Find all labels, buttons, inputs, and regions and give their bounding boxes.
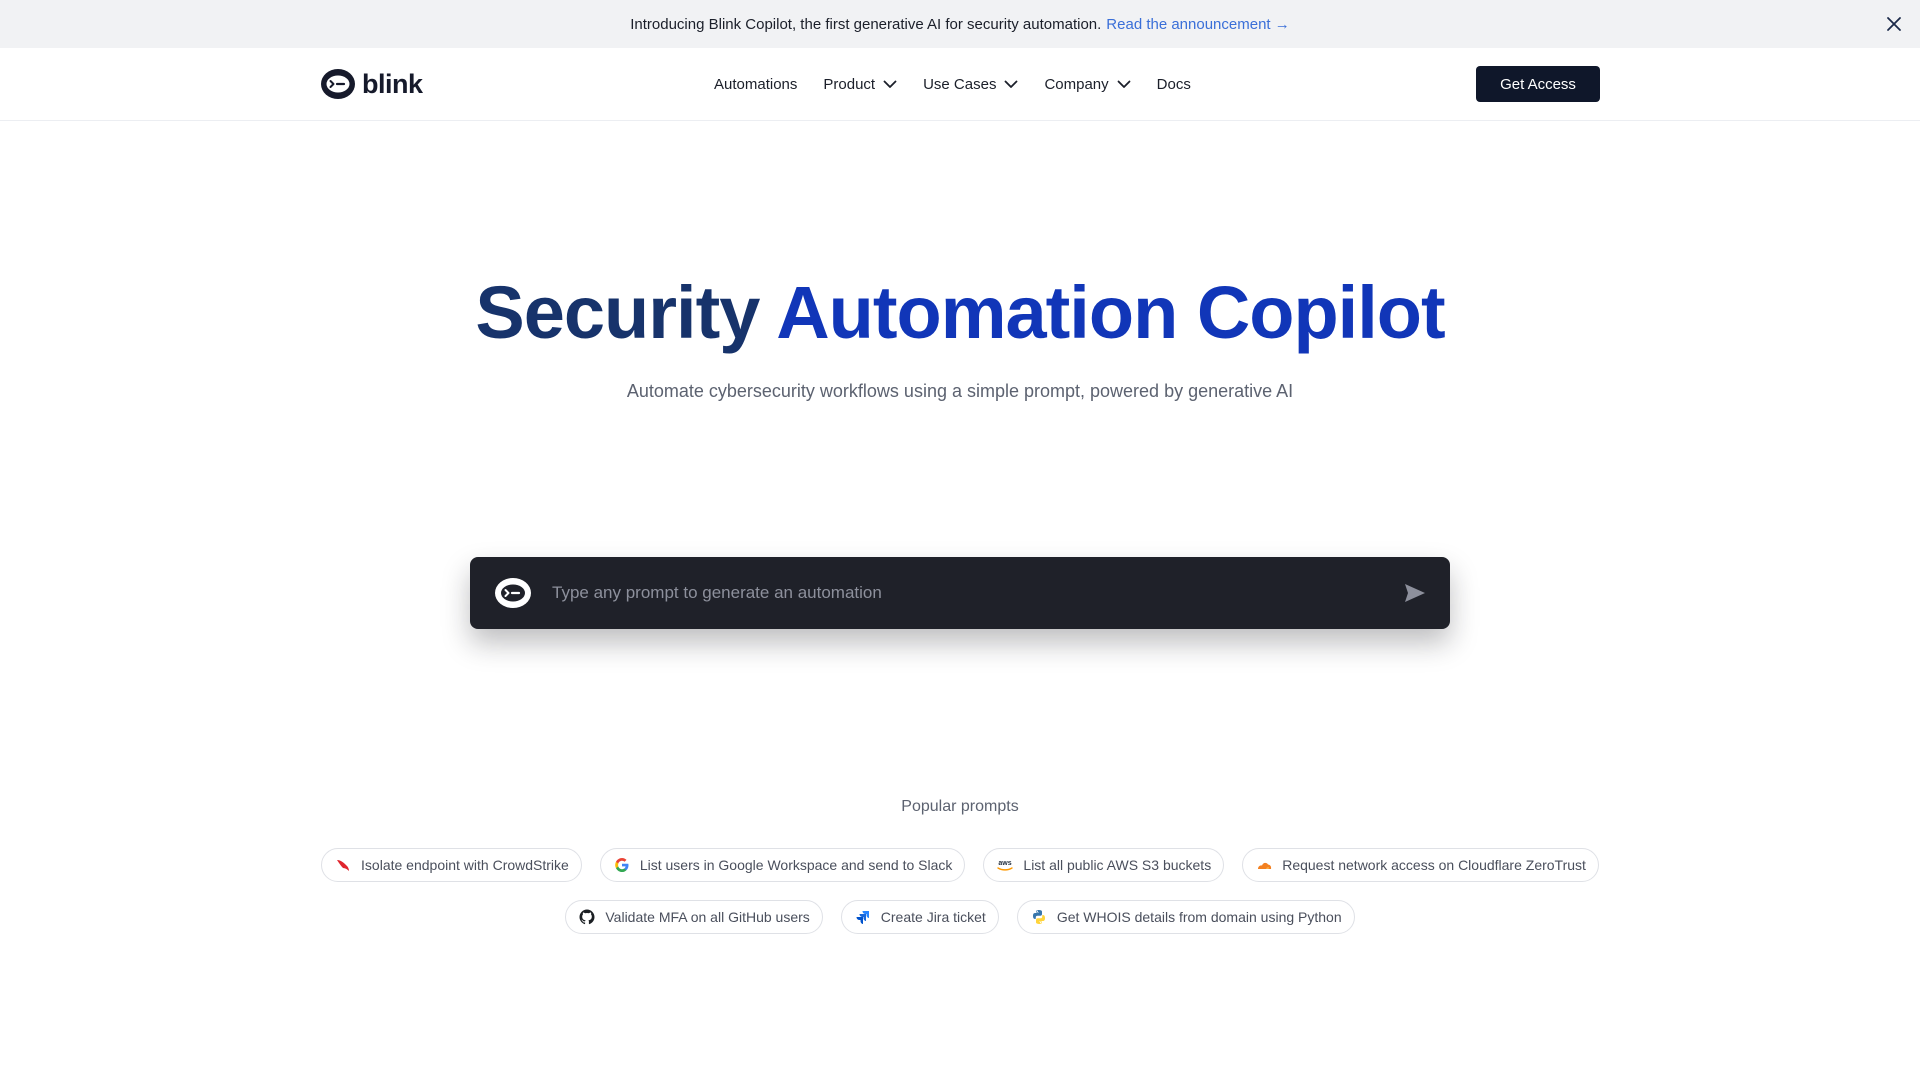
popular-prompts-row: Isolate endpoint with CrowdStrike List u… <box>0 848 1920 882</box>
blink-logo-icon <box>321 69 355 99</box>
send-button[interactable] <box>1400 578 1430 608</box>
popular-prompts-row: Validate MFA on all GitHub users Create … <box>0 900 1920 934</box>
nav-item-label: Product <box>823 75 876 93</box>
nav-item-company[interactable]: Company <box>1044 75 1131 93</box>
popular-prompts-label: Popular prompts <box>901 798 1019 815</box>
prompt-chip-label: Get WHOIS details from domain using Pyth… <box>1056 909 1342 925</box>
prompt-box <box>470 557 1450 629</box>
prompt-chip-label: Request network access on Cloudflare Zer… <box>1282 857 1586 873</box>
jira-icon <box>854 908 872 926</box>
google-icon <box>613 856 631 874</box>
brand-name: blink <box>362 68 423 99</box>
hero-title-part2: Automation Copilot <box>776 271 1445 354</box>
nav-item-product[interactable]: Product <box>823 76 897 93</box>
crowdstrike-icon <box>334 856 352 874</box>
brand-logo[interactable]: blink <box>320 68 423 100</box>
prompt-chip-jira[interactable]: Create Jira ticket <box>840 900 999 934</box>
announcement-bar: Introducing Blink Copilot, the first gen… <box>0 0 1920 48</box>
hero-subtitle: Automate cybersecurity workflows using a… <box>626 381 1294 401</box>
prompt-chip-cloudflare[interactable]: Request network access on Cloudflare Zer… <box>1242 848 1599 882</box>
copilot-bot-icon <box>494 574 532 612</box>
nav-item-automations[interactable]: Automations <box>714 76 797 93</box>
nav-menu: Automations Product Use Cases Company Do… <box>714 48 1217 120</box>
chevron-down-icon <box>1117 80 1131 89</box>
close-announcement-button[interactable] <box>1882 12 1906 36</box>
aws-icon: aws <box>996 856 1014 874</box>
announcement-link[interactable]: Read the announcement → <box>1106 16 1289 33</box>
cloudflare-icon <box>1255 856 1273 874</box>
prompt-input[interactable] <box>552 573 1400 613</box>
announcement-text: Introducing Blink Copilot, the first gen… <box>630 15 1102 33</box>
send-icon <box>1405 584 1425 602</box>
nav-item-docs[interactable]: Docs <box>1157 76 1191 93</box>
python-icon <box>1030 908 1048 926</box>
main-nav: blink Automations Product Use Cases Comp… <box>0 48 1920 121</box>
chevron-down-icon <box>883 80 897 89</box>
prompt-chip-aws-s3[interactable]: aws List all public AWS S3 buckets <box>983 848 1225 882</box>
nav-item-label: Company <box>1044 75 1109 93</box>
nav-item-use-cases[interactable]: Use Cases <box>923 76 1018 93</box>
nav-item-label: Docs <box>1156 75 1191 93</box>
nav-item-label: Automations <box>714 75 798 93</box>
hero-title-part1: Security <box>475 271 760 354</box>
chevron-down-icon <box>1004 80 1018 89</box>
prompt-chip-label: List all public AWS S3 buckets <box>1023 857 1212 873</box>
close-icon <box>1887 17 1901 31</box>
prompt-chip-label: Isolate endpoint with CrowdStrike <box>361 857 569 873</box>
aws-icon-text: aws <box>999 860 1012 867</box>
prompt-chip-whois-python[interactable]: Get WHOIS details from domain using Pyth… <box>1016 900 1355 934</box>
get-access-button[interactable]: Get Access <box>1476 66 1600 102</box>
nav-item-label: Use Cases <box>923 75 997 93</box>
prompt-chip-label: Validate MFA on all GitHub users <box>605 909 810 925</box>
prompt-chip-github-mfa[interactable]: Validate MFA on all GitHub users <box>565 900 823 934</box>
prompt-chip-google-workspace[interactable]: List users in Google Workspace and send … <box>599 848 966 882</box>
prompt-chip-crowdstrike[interactable]: Isolate endpoint with CrowdStrike <box>321 848 582 882</box>
hero-title: Security Automation Copilot <box>0 268 1920 358</box>
prompt-chip-label: List users in Google Workspace and send … <box>639 857 953 873</box>
prompt-chip-label: Create Jira ticket <box>880 909 986 925</box>
github-icon <box>578 908 596 926</box>
